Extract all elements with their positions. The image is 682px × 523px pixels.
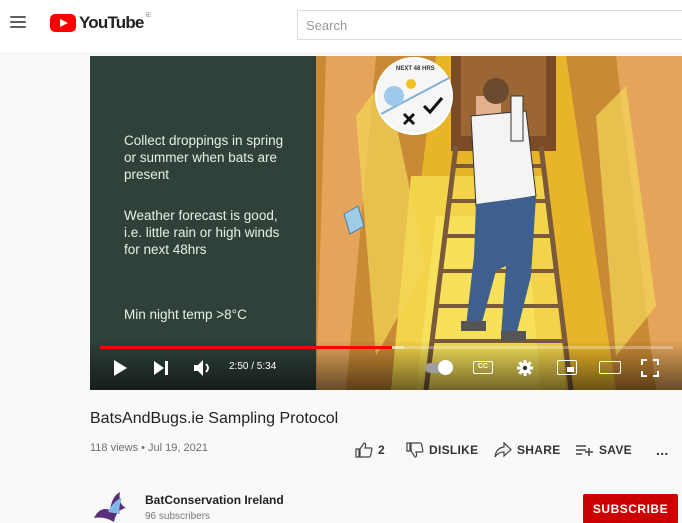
fullscreen-icon[interactable] [641, 359, 659, 377]
top-bar: YouTube IE Search [0, 0, 682, 52]
miniplayer-icon[interactable] [557, 360, 577, 375]
like-button[interactable]: 2 [355, 440, 385, 460]
thumbs-up-icon [355, 442, 373, 458]
slide-line-collect: Collect droppings in spring or summer wh… [124, 133, 284, 182]
subscribe-button[interactable]: SUBSCRIBE [583, 494, 678, 523]
progress-bar[interactable] [100, 346, 673, 349]
channel-avatar[interactable] [90, 488, 130, 523]
view-count-date: 118 views • Jul 19, 2021 [90, 442, 208, 454]
logo-text: YouTube [79, 13, 144, 32]
search-input[interactable]: Search [297, 10, 682, 40]
logo-region: IE [145, 13, 152, 19]
video-title: BatsAndBugs.ie Sampling Protocol [90, 410, 339, 427]
youtube-play-icon [50, 14, 76, 32]
progress-played [100, 346, 392, 349]
slide-line-temperature: Min night temp >8°C [124, 307, 247, 322]
share-button[interactable]: SHARE [494, 440, 561, 460]
more-actions-button[interactable]: ... [656, 440, 669, 460]
save-label: SAVE [599, 443, 632, 457]
weather-badge-label: NEXT 48 HRS [396, 66, 435, 72]
theater-mode-icon[interactable] [599, 361, 621, 374]
video-player[interactable]: Collect droppings in spring or summer wh… [90, 56, 682, 390]
autoplay-toggle[interactable] [425, 360, 453, 375]
volume-icon[interactable] [194, 360, 212, 376]
captions-icon[interactable]: CC [473, 361, 493, 374]
search-placeholder: Search [306, 17, 348, 33]
save-button[interactable]: SAVE [576, 440, 632, 460]
thumbs-down-icon [406, 442, 424, 458]
add-to-playlist-icon [576, 445, 593, 456]
dislike-label: DISLIKE [429, 443, 479, 457]
dislike-button[interactable]: DISLIKE [406, 440, 478, 460]
share-icon [494, 442, 512, 458]
share-label: SHARE [517, 443, 561, 457]
slide-line-weather: Weather forecast is good, i.e. little ra… [124, 208, 280, 257]
like-count: 2 [378, 443, 385, 457]
gear-icon[interactable] [517, 360, 533, 376]
player-controls: 2:50 / 5:34 CC [90, 340, 682, 390]
next-icon[interactable] [154, 361, 168, 375]
subscriber-count: 96 subscribers [145, 511, 211, 522]
play-icon[interactable] [114, 360, 127, 376]
time-display: 2:50 / 5:34 [229, 361, 277, 372]
youtube-logo[interactable]: YouTube IE [50, 12, 151, 34]
more-icon: ... [656, 442, 669, 458]
hamburger-menu-icon[interactable] [10, 16, 26, 28]
channel-name[interactable]: BatConservation Ireland [145, 493, 284, 507]
